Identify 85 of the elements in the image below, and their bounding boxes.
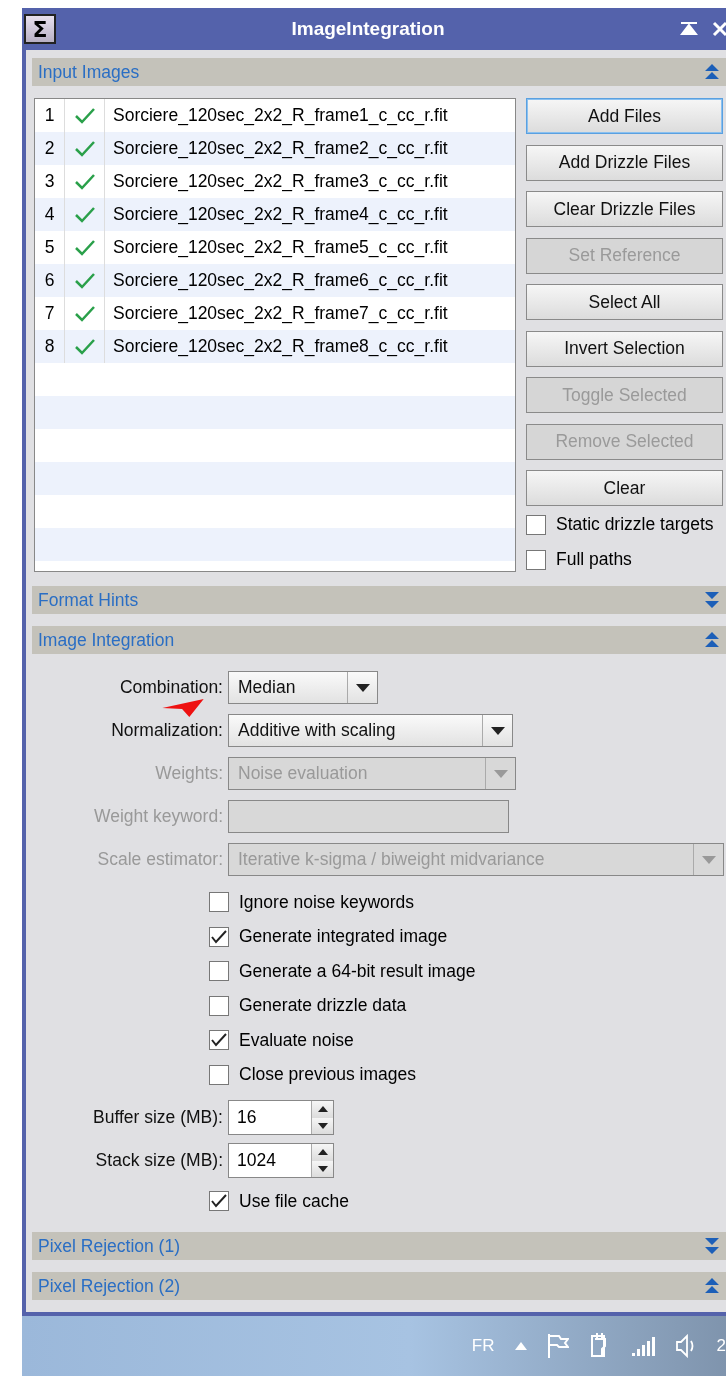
action-button[interactable]: Invert Selection xyxy=(526,330,723,367)
file-name: Sorciere_120sec_2x2_R_frame7_c_cc_r.fit xyxy=(112,303,448,324)
file-row[interactable]: 6 Sorciere_120sec_2x2_R_frame6_c_cc_r.fit xyxy=(35,264,515,297)
check-icon[interactable] xyxy=(74,206,95,223)
dropdown-arrow-icon xyxy=(701,855,716,864)
check-icon xyxy=(211,1194,227,1208)
action-button[interactable]: Add Drizzle Files xyxy=(526,144,723,181)
checkbox[interactable] xyxy=(526,549,546,570)
action-button[interactable]: Clear Drizzle Files xyxy=(526,191,723,227)
row-index: 3 xyxy=(44,171,55,192)
field-label: Buffer size (MB): xyxy=(92,1107,224,1128)
file-name: Sorciere_120sec_2x2_R_frame4_c_cc_r.fit xyxy=(112,204,448,225)
checkbox[interactable] xyxy=(209,1064,229,1085)
row-index: 4 xyxy=(44,204,55,225)
expand-icon[interactable] xyxy=(704,591,720,609)
check-icon[interactable] xyxy=(74,338,95,355)
file-row[interactable]: 2 Sorciere_120sec_2x2_R_frame2_c_cc_r.fit xyxy=(35,132,515,165)
shade-icon[interactable] xyxy=(680,22,698,36)
row-index: 8 xyxy=(44,336,55,357)
option-label: Evaluate noise xyxy=(239,1029,354,1051)
up-arrow-icon[interactable] xyxy=(317,1149,328,1156)
row-index: 7 xyxy=(44,303,55,324)
spin-box[interactable]: 16 xyxy=(228,1100,334,1135)
checkbox[interactable] xyxy=(209,892,229,913)
check-icon xyxy=(211,1033,227,1048)
check-icon xyxy=(211,929,227,944)
option-label: Close previous images xyxy=(239,1064,417,1086)
file-name: Sorciere_120sec_2x2_R_frame8_c_cc_r.fit xyxy=(112,336,448,357)
checkbox[interactable] xyxy=(209,1030,229,1051)
checkbox[interactable] xyxy=(526,514,546,535)
check-icon[interactable] xyxy=(74,140,95,157)
down-arrow-icon[interactable] xyxy=(317,1165,328,1172)
collapse-icon[interactable] xyxy=(704,1277,720,1295)
row-index: 2 xyxy=(44,138,55,159)
option-label: Generate a 64-bit result image xyxy=(239,960,476,982)
field-label: Normalization: xyxy=(110,720,224,741)
action-button[interactable]: Select All xyxy=(526,284,723,320)
field-label: Weights: xyxy=(154,763,224,784)
expand-icon[interactable] xyxy=(704,1237,720,1255)
up-arrow-icon[interactable] xyxy=(317,1106,328,1113)
option-label: Generate integrated image xyxy=(239,926,448,948)
action-button[interactable]: Add Files xyxy=(526,98,723,134)
file-name: Sorciere_120sec_2x2_R_frame1_c_cc_r.fit xyxy=(112,105,448,126)
field-label: Stack size (MB): xyxy=(94,1150,224,1171)
file-name: Sorciere_120sec_2x2_R_frame2_c_cc_r.fit xyxy=(112,138,448,159)
collapse-icon[interactable] xyxy=(704,63,720,81)
window-icon: Σ xyxy=(24,14,56,44)
dropdown[interactable]: Additive with scaling xyxy=(228,714,513,747)
action-button[interactable]: Clear xyxy=(526,470,723,506)
file-name: Sorciere_120sec_2x2_R_frame5_c_cc_r.fit xyxy=(112,237,448,258)
dropdown-arrow-icon xyxy=(493,769,508,778)
checkbox[interactable] xyxy=(209,1191,229,1211)
file-row[interactable]: 8 Sorciere_120sec_2x2_R_frame8_c_cc_r.fit xyxy=(35,330,515,363)
field-label: Scale estimator: xyxy=(96,849,224,870)
option-label: Static drizzle targets xyxy=(556,514,714,535)
row-index: 6 xyxy=(44,270,55,291)
check-icon[interactable] xyxy=(74,107,95,124)
down-arrow-icon[interactable] xyxy=(317,1122,328,1129)
row-index: 1 xyxy=(44,105,55,126)
option-label: Generate drizzle data xyxy=(239,995,407,1017)
file-name: Sorciere_120sec_2x2_R_frame3_c_cc_r.fit xyxy=(112,171,448,192)
field-label: Combination: xyxy=(118,677,224,698)
window-title: ImageIntegration xyxy=(290,18,446,40)
checkbox[interactable] xyxy=(209,961,229,982)
row-index: 5 xyxy=(44,237,55,258)
checkbox[interactable] xyxy=(209,926,229,947)
flag-icon[interactable] xyxy=(546,1333,569,1359)
field-label: Weight keyword: xyxy=(92,806,224,827)
checkbox[interactable] xyxy=(209,995,229,1016)
check-icon[interactable] xyxy=(74,173,95,190)
file-name: Sorciere_120sec_2x2_R_frame6_c_cc_r.fit xyxy=(112,270,448,291)
dropdown-arrow-icon xyxy=(490,726,505,735)
option-label: Full paths xyxy=(556,549,632,570)
check-icon[interactable] xyxy=(74,239,95,256)
dropdown[interactable]: Median xyxy=(228,671,378,704)
close-icon[interactable] xyxy=(712,21,726,37)
option-label: Ignore noise keywords xyxy=(239,891,415,913)
check-icon[interactable] xyxy=(74,305,95,322)
file-row[interactable]: 4 Sorciere_120sec_2x2_R_frame4_c_cc_r.fit xyxy=(35,198,515,231)
signal-icon[interactable] xyxy=(630,1336,655,1356)
spin-box[interactable]: 1024 xyxy=(228,1143,334,1178)
collapse-icon[interactable] xyxy=(704,631,720,649)
check-icon[interactable] xyxy=(74,272,95,289)
dropdown-arrow-icon xyxy=(355,683,370,692)
option-label: Use file cache xyxy=(239,1190,349,1212)
